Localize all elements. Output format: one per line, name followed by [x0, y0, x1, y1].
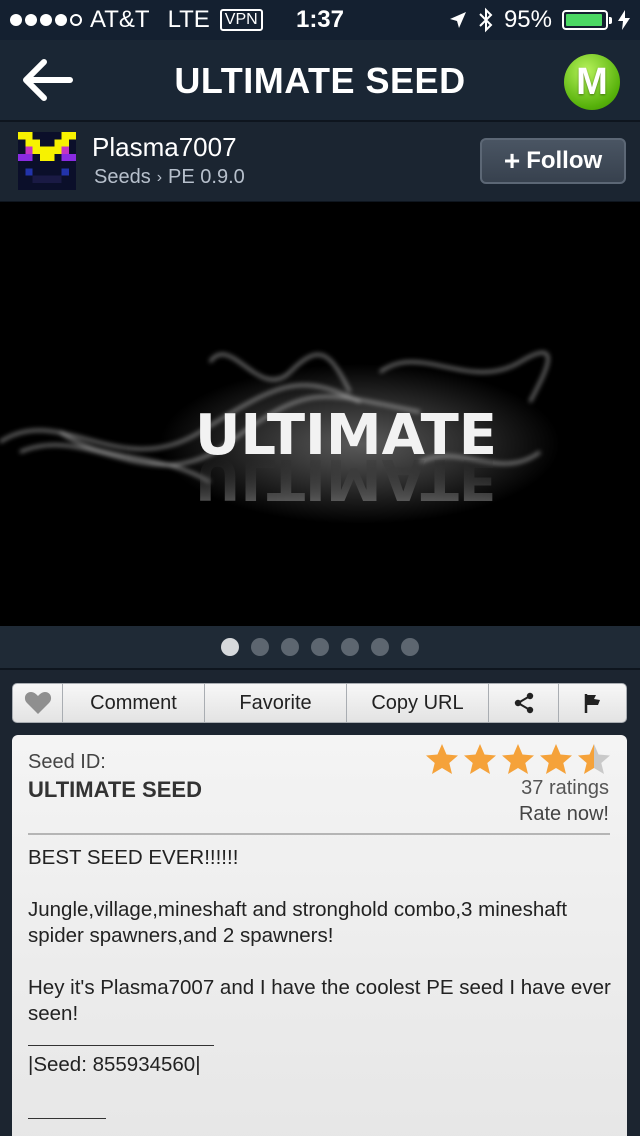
divider	[28, 1045, 214, 1046]
charging-bolt-icon	[618, 10, 630, 30]
breadcrumb: Seeds › PE 0.9.0	[94, 166, 245, 189]
back-arrow-icon	[23, 59, 73, 101]
author-name[interactable]: Plasma7007	[92, 132, 237, 163]
battery-percent: 95%	[503, 6, 552, 33]
location-arrow-icon	[449, 12, 466, 28]
vpn-badge: VPN	[219, 9, 263, 31]
breadcrumb-version[interactable]: PE 0.9.0	[168, 166, 245, 189]
plus-icon: +	[503, 145, 521, 176]
battery-icon	[562, 10, 612, 30]
star-icon[interactable]	[539, 743, 573, 775]
star-rating[interactable]	[425, 743, 611, 775]
action-bar: Comment Favorite Copy URL	[12, 683, 627, 723]
description-paragraph: Hey it's Plasma7007 and I have the coole…	[28, 976, 611, 1025]
breadcrumb-category[interactable]: Seeds	[94, 166, 151, 189]
page-dot[interactable]	[221, 638, 239, 656]
heart-icon	[24, 692, 51, 714]
description-paragraph: BEST SEED EVER!!!!!!	[28, 846, 239, 869]
page-dot[interactable]	[311, 638, 329, 656]
follow-button[interactable]: + Follow	[480, 138, 626, 184]
ratings-count: 37 ratings	[521, 777, 609, 799]
divider	[28, 1118, 106, 1119]
star-icon[interactable]	[577, 743, 611, 775]
carrier-label: AT&T	[90, 6, 150, 33]
app-logo-button[interactable]: M	[564, 54, 620, 110]
star-icon[interactable]	[501, 743, 535, 775]
share-icon	[514, 692, 533, 714]
page-title: ULTIMATE SEED	[174, 60, 466, 101]
seed-id-value: ULTIMATE SEED	[28, 777, 202, 802]
comment-button[interactable]: Comment	[63, 684, 205, 722]
seed-image-title-reflection: ULTIMATE	[195, 446, 497, 511]
image-pager[interactable]	[0, 626, 640, 670]
page-dot[interactable]	[401, 638, 419, 656]
follow-label: Follow	[526, 147, 603, 174]
navigation-bar: ULTIMATE SEED M	[0, 40, 640, 122]
seed-number: |Seed: 855934560|	[28, 1053, 201, 1076]
flag-icon	[584, 694, 600, 713]
share-button[interactable]	[489, 684, 559, 722]
seed-description: BEST SEED EVER!!!!!! Jungle,village,mine…	[28, 845, 614, 1125]
favorite-button[interactable]: Favorite	[205, 684, 347, 722]
back-button[interactable]	[22, 58, 76, 102]
report-button[interactable]	[559, 684, 626, 722]
page-dot[interactable]	[281, 638, 299, 656]
page-dot[interactable]	[251, 638, 269, 656]
seed-details-card: Seed ID: ULTIMATE SEED 37 ratings Rate n…	[12, 735, 627, 1136]
like-button[interactable]	[13, 684, 63, 722]
seed-image[interactable]: ULTIMATE ULTIMATE	[0, 202, 640, 626]
copy-url-button[interactable]: Copy URL	[347, 684, 489, 722]
rate-now-link[interactable]: Rate now!	[519, 803, 609, 826]
page-dot[interactable]	[341, 638, 359, 656]
network-label: LTE	[167, 6, 210, 33]
breadcrumb-separator: ›	[156, 168, 163, 186]
author-row: Plasma7007 Seeds › PE 0.9.0 + Follow	[0, 122, 640, 202]
star-icon[interactable]	[425, 743, 459, 775]
star-icon[interactable]	[463, 743, 497, 775]
description-paragraph: Jungle,village,mineshaft and stronghold …	[28, 898, 568, 947]
status-bar: AT&T LTE VPN 1:37 95%	[0, 0, 640, 40]
divider	[28, 833, 610, 835]
page-dot[interactable]	[371, 638, 389, 656]
signal-strength-icon	[10, 14, 82, 26]
avatar[interactable]	[18, 132, 76, 190]
seed-id-label: Seed ID:	[28, 751, 106, 773]
bluetooth-icon	[479, 7, 493, 33]
